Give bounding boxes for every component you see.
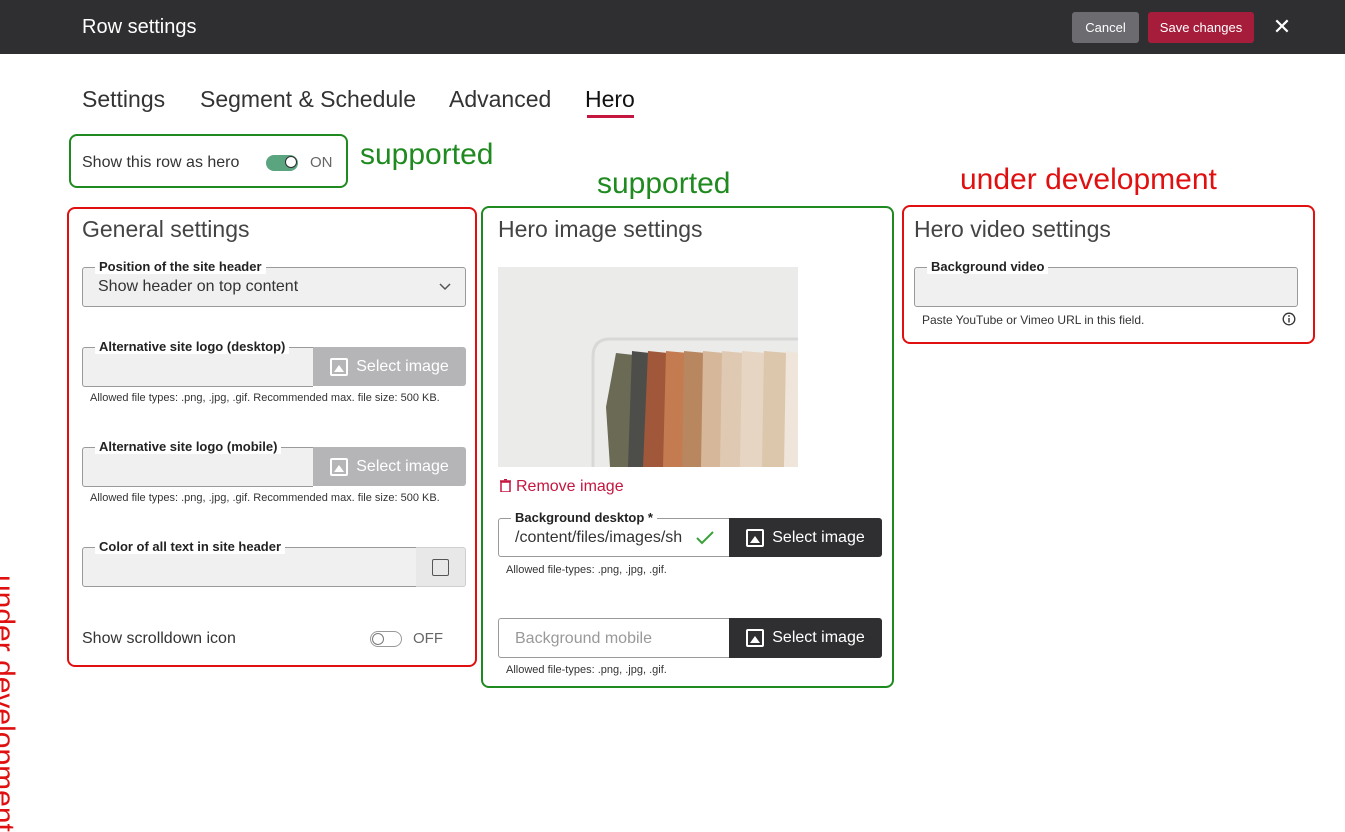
background-desktop-button-label: Select image [772,528,865,546]
annotation-under-development-general: under development [0,575,20,832]
logo-mobile-button-label: Select image [356,457,449,475]
header-text-color-label: Color of all text in site header [95,539,286,554]
logo-mobile-select-image-button[interactable]: Select image [313,447,466,486]
dialog-title: Row settings [82,16,197,38]
info-icon[interactable] [1282,312,1296,326]
background-mobile-field[interactable]: Background mobile [498,618,729,658]
annotation-under-development-video: under development [960,163,1217,196]
annotation-under-development-general-text: under development [0,575,20,832]
logo-desktop-select-image-button[interactable]: Select image [313,347,466,386]
site-header-position-label: Position of the site header [95,259,266,274]
logo-mobile-help: Allowed file types: .png, .jpg, .gif. Re… [90,492,440,504]
top-bar: Row settings Cancel Save changes ✕ [0,0,1345,54]
background-desktop-help: Allowed file-types: .png, .jpg, .gif. [506,564,667,576]
background-video-help: Paste YouTube or Vimeo URL in this field… [922,313,1145,327]
hero-toggle-label: Show this row as hero [82,154,240,171]
image-icon [746,528,765,547]
active-tab-indicator [587,115,634,118]
hero-toggle-switch[interactable] [266,155,298,171]
background-mobile-placeholder: Background mobile [515,630,652,647]
hero-video-settings-title: Hero video settings [914,216,1111,242]
tab-segment-schedule[interactable]: Segment & Schedule [200,86,416,113]
color-picker-button[interactable] [416,547,466,587]
background-desktop-label: Background desktop * [511,510,657,525]
background-video-label: Background video [927,259,1049,274]
tab-settings[interactable]: Settings [82,86,165,113]
cancel-button[interactable]: Cancel [1072,12,1139,43]
background-desktop-value: /content/files/images/sh [515,529,683,546]
logo-desktop-label: Alternative site logo (desktop) [95,339,290,354]
remove-image-label: Remove image [516,478,624,495]
logo-mobile-label: Alternative site logo (mobile) [95,439,282,454]
check-icon [696,531,714,545]
background-mobile-help: Allowed file-types: .png, .jpg, .gif. [506,664,667,676]
general-settings-title: General settings [82,216,250,242]
chevron-down-icon [439,283,451,291]
hero-image-settings-title: Hero image settings [498,216,703,242]
close-icon[interactable]: ✕ [1270,15,1294,39]
hero-image-preview [498,267,798,467]
image-icon [746,629,765,647]
background-desktop-select-image-button[interactable]: Select image [729,518,882,557]
annotation-supported-image: supported [597,167,731,200]
trash-icon [500,478,511,493]
background-mobile-button-label: Select image [772,629,865,646]
tab-advanced[interactable]: Advanced [449,86,551,113]
scrolldown-state: OFF [413,630,443,647]
annotation-supported-toggle: supported [360,138,494,171]
hero-toggle-state: ON [310,154,333,171]
scrolldown-label: Show scrolldown icon [82,630,236,647]
site-header-position-value: Show header on top content [98,278,299,295]
remove-image-link[interactable]: Remove image [500,478,624,496]
scrolldown-toggle[interactable] [370,631,402,647]
logo-desktop-help: Allowed file types: .png, .jpg, .gif. Re… [90,392,440,404]
tab-hero[interactable]: Hero [585,86,635,113]
image-icon [330,357,349,376]
save-changes-button[interactable]: Save changes [1148,12,1254,43]
logo-desktop-button-label: Select image [356,357,449,375]
background-mobile-select-image-button[interactable]: Select image [729,618,882,658]
color-swatch-icon [432,559,449,576]
image-icon [330,457,349,476]
